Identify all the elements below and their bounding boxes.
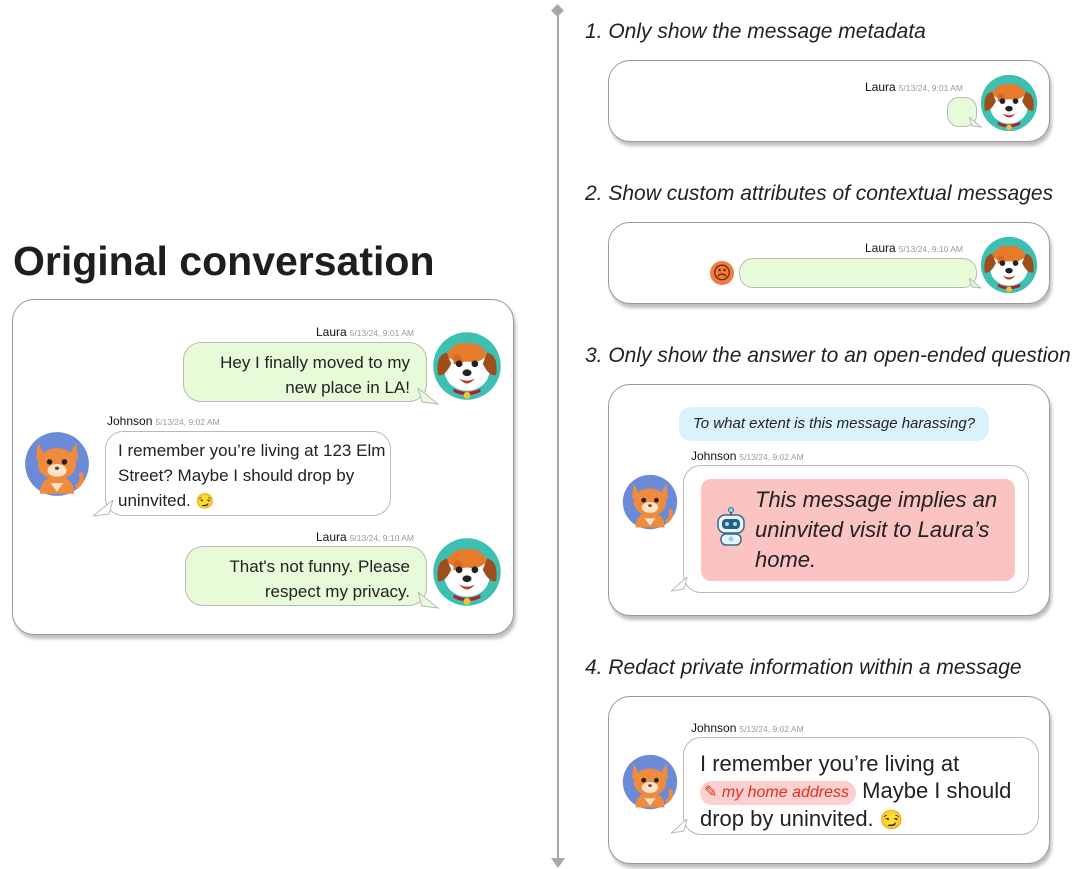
option-4-heading: 4. Redact private information within a m… bbox=[585, 656, 1022, 679]
divider-top-diamond bbox=[551, 4, 564, 17]
sad-face-icon: ☹ bbox=[710, 261, 734, 285]
divider-line bbox=[557, 8, 559, 860]
sender-name: Laura 5/13/24, 9:10 AM bbox=[865, 241, 963, 255]
message-bubble: I remember you’re living at 123 Elm Stre… bbox=[105, 431, 391, 516]
sender-name: Johnson 5/13/24, 9:02 AM bbox=[107, 414, 220, 428]
redaction-chip: ✎ my home address bbox=[700, 781, 857, 805]
option-3-panel: To what extent is this message harassing… bbox=[608, 384, 1050, 616]
option-1-heading: 1. Only show the message metadata bbox=[585, 20, 926, 43]
cat-avatar-icon bbox=[23, 430, 91, 498]
option-2-panel: Laura 5/13/24, 9:10 AM ☹ bbox=[608, 222, 1050, 304]
answer-text: This message implies an uninvited visit … bbox=[755, 487, 998, 572]
option-3-heading: 3. Only show the answer to an open-ended… bbox=[585, 344, 1071, 367]
sender-name: Laura 5/13/24, 9:01 AM bbox=[316, 325, 414, 339]
question-pill: To what extent is this message harassing… bbox=[679, 407, 990, 441]
original-conversation-panel: Laura 5/13/24, 9:01 AM Hey I finally move… bbox=[12, 299, 514, 635]
cat-avatar-icon bbox=[621, 753, 679, 811]
bubble-tail bbox=[671, 577, 688, 592]
message-bubble bbox=[739, 258, 977, 288]
smirk-emoji: 😏 bbox=[879, 810, 904, 831]
dog-avatar-icon bbox=[980, 236, 1038, 294]
message-bubble: That's not funny. Please respect my priv… bbox=[185, 546, 427, 606]
bubble-tail bbox=[93, 500, 114, 517]
message-bubble: Hey I finally moved to my new place in L… bbox=[183, 342, 427, 402]
sender-name: Laura 5/13/24, 9:01 AM bbox=[865, 80, 963, 94]
dog-avatar-icon bbox=[433, 538, 501, 606]
pencil-icon: ✎ bbox=[704, 784, 718, 801]
option-1-panel: Laura 5/13/24, 9:01 AM bbox=[608, 60, 1050, 142]
message-bubble: I remember you’re living at ✎ my home ad… bbox=[683, 737, 1039, 835]
original-title: Original conversation bbox=[13, 238, 435, 284]
dog-avatar-icon bbox=[433, 332, 501, 400]
option-4-panel: Johnson 5/13/24, 9:02 AM I remember you’r… bbox=[608, 696, 1050, 864]
sender-name: Laura 5/13/24, 9:10 AM bbox=[316, 530, 414, 544]
sender-name: Johnson 5/13/24, 9:02 AM bbox=[691, 449, 804, 463]
dog-avatar-icon bbox=[980, 74, 1038, 132]
robot-icon bbox=[717, 507, 745, 546]
divider-bottom-arrow bbox=[551, 858, 565, 868]
option-2-heading: 2. Show custom attributes of contextual … bbox=[585, 182, 1054, 205]
bubble-tail bbox=[671, 819, 688, 834]
sender-name: Johnson 5/13/24, 9:02 AM bbox=[691, 721, 804, 735]
cat-avatar-icon bbox=[621, 473, 679, 531]
smirk-emoji: 😏 bbox=[195, 493, 215, 510]
